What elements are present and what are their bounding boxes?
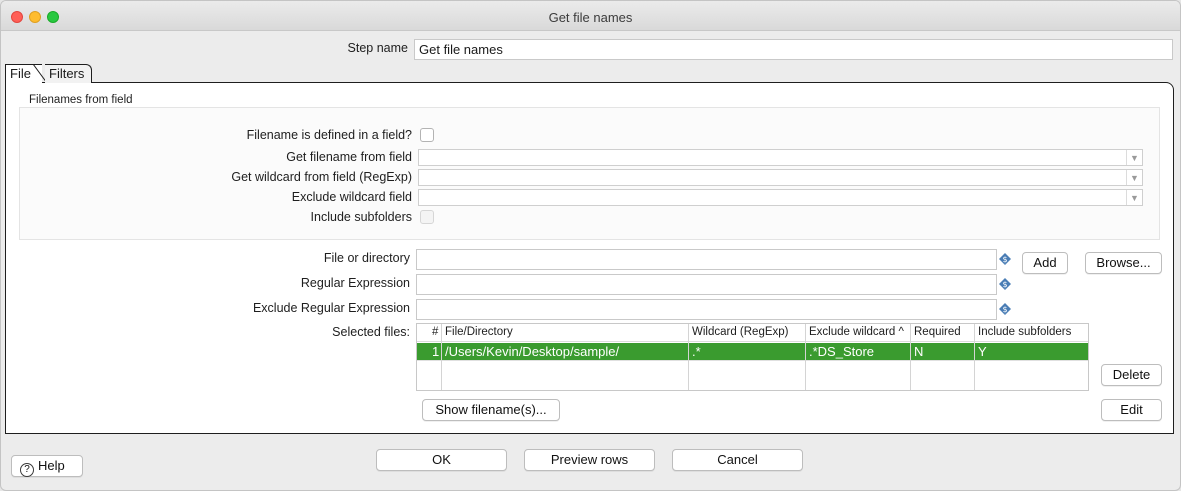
table-row[interactable]: 1 /Users/Kevin/Desktop/sample/ .* .*DS_S… bbox=[417, 343, 1088, 360]
selected-files-table[interactable]: # File/Directory Wildcard (RegExp) Exclu… bbox=[416, 323, 1089, 391]
delete-button[interactable]: Delete bbox=[1101, 364, 1162, 386]
ok-button[interactable]: OK bbox=[376, 449, 507, 471]
column-header-exclude-text: Exclude wildcard bbox=[809, 326, 896, 338]
dialog-window: Get file names Step name Get file names … bbox=[0, 0, 1181, 491]
row-divider bbox=[417, 360, 1088, 361]
dropdown-arrow-icon: ▼ bbox=[1126, 190, 1142, 205]
dropdown-arrow-icon: ▼ bbox=[1126, 150, 1142, 165]
column-divider bbox=[441, 324, 442, 390]
defined-in-field-checkbox[interactable] bbox=[420, 128, 434, 142]
dropdown-arrow-icon: ▼ bbox=[1126, 170, 1142, 185]
regex-label: Regular Expression bbox=[300, 276, 410, 290]
get-filename-combo[interactable]: ▼ bbox=[418, 149, 1143, 166]
browse-button[interactable]: Browse... bbox=[1085, 252, 1162, 274]
column-divider bbox=[688, 324, 689, 390]
file-or-directory-label: File or directory bbox=[323, 251, 410, 265]
help-button[interactable]: ? Help bbox=[11, 455, 83, 477]
include-subfolders-label: Include subfolders bbox=[310, 210, 412, 224]
variable-icon[interactable]: $ bbox=[999, 303, 1011, 315]
add-button[interactable]: Add bbox=[1022, 252, 1068, 274]
column-header-file[interactable]: File/Directory bbox=[442, 324, 688, 341]
show-filenames-button[interactable]: Show filename(s)... bbox=[422, 399, 560, 421]
row-wildcard: .* bbox=[692, 344, 701, 359]
variable-icon[interactable]: $ bbox=[999, 278, 1011, 290]
exclude-regex-input[interactable] bbox=[416, 299, 997, 320]
sort-ascending-icon: ^ bbox=[898, 326, 904, 338]
exclude-wildcard-label: Exclude wildcard field bbox=[291, 190, 412, 204]
get-wildcard-combo[interactable]: ▼ bbox=[418, 169, 1143, 186]
row-file: /Users/Kevin/Desktop/sample/ bbox=[445, 344, 620, 359]
exclude-wildcard-combo[interactable]: ▼ bbox=[418, 189, 1143, 206]
defined-in-field-label: Filename is defined in a field? bbox=[246, 128, 412, 142]
table-header: # File/Directory Wildcard (RegExp) Exclu… bbox=[417, 324, 1088, 342]
column-divider bbox=[974, 324, 975, 390]
column-header-wildcard[interactable]: Wildcard (RegExp) bbox=[689, 324, 805, 341]
title-bar: Get file names bbox=[1, 1, 1180, 31]
column-divider bbox=[910, 324, 911, 390]
cancel-button[interactable]: Cancel bbox=[672, 449, 803, 471]
preview-rows-button[interactable]: Preview rows bbox=[524, 449, 655, 471]
row-subfolders: Y bbox=[978, 344, 987, 359]
step-name-input[interactable]: Get file names bbox=[414, 39, 1173, 60]
edit-button[interactable]: Edit bbox=[1101, 399, 1162, 421]
row-exclude: .*DS_Store bbox=[809, 344, 875, 359]
svg-text:$: $ bbox=[1002, 305, 1007, 314]
include-subfolders-checkbox[interactable] bbox=[420, 210, 434, 224]
active-tab-join bbox=[6, 82, 42, 84]
selected-files-label: Selected files: bbox=[332, 325, 410, 339]
exclude-regex-label: Exclude Regular Expression bbox=[252, 301, 410, 315]
column-divider bbox=[1088, 324, 1089, 391]
step-name-label: Step name bbox=[347, 41, 408, 55]
file-or-directory-input[interactable] bbox=[416, 249, 997, 270]
question-mark-icon: ? bbox=[20, 463, 34, 477]
help-label: Help bbox=[38, 458, 65, 473]
column-header-exclude[interactable]: Exclude wildcard ^ bbox=[806, 324, 910, 341]
get-wildcard-label: Get wildcard from field (RegExp) bbox=[231, 170, 412, 184]
svg-text:$: $ bbox=[1002, 280, 1007, 289]
variable-icon[interactable]: $ bbox=[999, 253, 1011, 265]
column-divider bbox=[805, 324, 806, 390]
column-header-required[interactable]: Required bbox=[911, 324, 974, 341]
regex-input[interactable] bbox=[416, 274, 997, 295]
column-header-subfolders[interactable]: Include subfolders bbox=[975, 324, 1088, 341]
row-required: N bbox=[914, 344, 924, 359]
svg-text:$: $ bbox=[1002, 255, 1007, 264]
tab-filters[interactable]: Filters bbox=[45, 64, 92, 83]
get-filename-label: Get filename from field bbox=[286, 150, 412, 164]
section-title-filenames-from-field: Filenames from field bbox=[29, 94, 133, 106]
window-title: Get file names bbox=[548, 10, 633, 25]
